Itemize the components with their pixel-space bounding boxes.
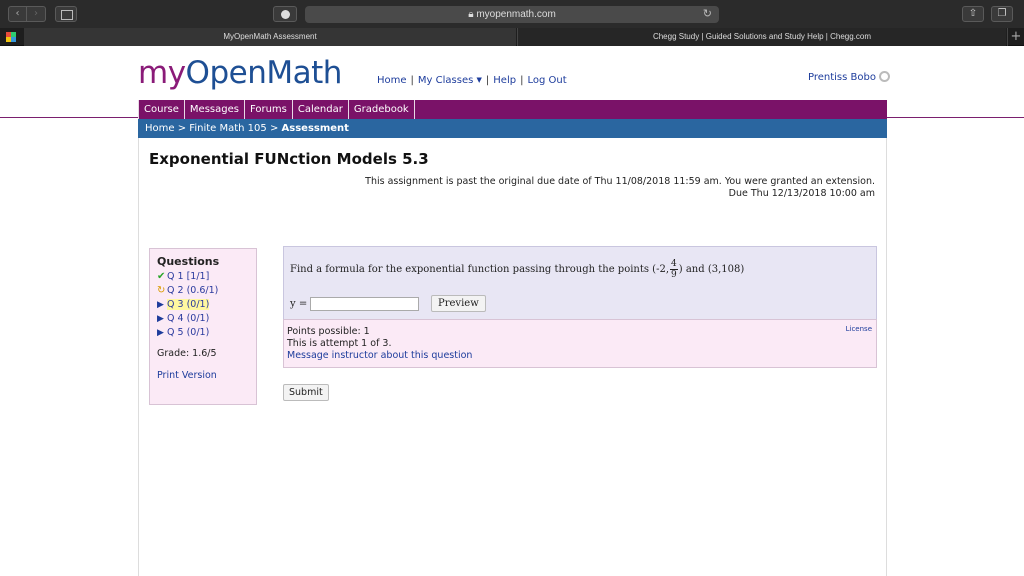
question-nav-item[interactable]: ✔ Q 1 [1/1] (157, 270, 249, 284)
question-text-before: Find a formula for the exponential funct… (290, 264, 670, 275)
question-nav-item[interactable]: ▶ Q 4 (0/1) (157, 312, 249, 326)
main-content: Exponential FUNction Models 5.3 This ass… (138, 138, 887, 576)
course-nav: Course Messages Forums Calendar Gradeboo… (138, 100, 887, 119)
logo-my: my (138, 55, 186, 91)
breadcrumb-current: Assessment (281, 123, 349, 134)
breadcrumb-sep: > (177, 123, 187, 134)
questions-panel: Questions ✔ Q 1 [1/1] ↻ Q 2 (0.6/1) ▶ Q 3 (… (149, 248, 257, 405)
forward-icon[interactable]: › (27, 6, 46, 22)
play-arrow-icon: ▶ (157, 328, 164, 338)
play-arrow-icon: ▶ (157, 314, 164, 324)
question-nav-item[interactable]: ↻ Q 2 (0.6/1) (157, 284, 249, 298)
notice-line-1: This assignment is past the original due… (365, 176, 875, 187)
question-score: (0/1) (186, 327, 210, 338)
course-nav-course[interactable]: Course (138, 100, 185, 119)
check-icon: ✔ (157, 271, 166, 282)
apps-icon[interactable] (6, 32, 16, 42)
question-score: (0.6/1) (186, 285, 219, 296)
breadcrumb: Home > Finite Math 105 > Assessment (138, 119, 887, 138)
back-icon[interactable]: ‹ (8, 6, 27, 22)
question-score: (0/1) (186, 313, 210, 324)
question-label: Q 3 (167, 299, 184, 310)
page-title: Exponential FUNction Models 5.3 (149, 150, 429, 168)
question-text-after: ) and (3,108) (678, 264, 745, 275)
play-arrow-icon: ▶ (157, 300, 164, 310)
grade-summary: Grade: 1.6/5 (157, 348, 217, 359)
question-label: Q 4 (167, 313, 184, 324)
myopenmath-logo[interactable]: myOpenMath (138, 55, 342, 91)
user-name: Prentiss Bobo (808, 72, 876, 83)
tab-chegg[interactable]: Chegg Study | Guided Solutions and Study… (517, 28, 1006, 46)
course-nav-gradebook[interactable]: Gradebook (349, 100, 415, 119)
question-text: Find a formula for the exponential funct… (290, 259, 744, 280)
print-version-link[interactable]: Print Version (157, 370, 249, 381)
question-score: [1/1] (186, 271, 210, 282)
nav-buttons: ‹ › (8, 6, 46, 22)
course-nav-calendar[interactable]: Calendar (293, 100, 349, 119)
course-nav-forums[interactable]: Forums (245, 100, 293, 119)
points-possible: Points possible: 1 (287, 326, 370, 337)
fraction-denominator: 9 (671, 270, 677, 280)
questions-heading: Questions (157, 255, 220, 268)
url-text: myopenmath.com (476, 9, 556, 20)
nav-help-link[interactable]: Help (493, 75, 516, 86)
answer-input[interactable] (310, 297, 420, 311)
submit-button[interactable]: Submit (283, 384, 329, 401)
question-score: (0/1) (186, 299, 210, 310)
nav-my-classes-label: My Classes (417, 75, 474, 86)
answer-row: y = (290, 297, 420, 311)
partial-credit-icon: ↻ (157, 285, 166, 296)
gear-icon[interactable] (878, 71, 890, 82)
nav-logout-link[interactable]: Log Out (527, 75, 566, 86)
course-nav-messages[interactable]: Messages (185, 100, 245, 119)
license-link[interactable]: License (846, 323, 872, 335)
privacy-shield-icon[interactable] (273, 6, 297, 22)
reload-icon[interactable]: ↻ (703, 6, 712, 23)
sidebar-icon[interactable] (55, 6, 77, 22)
breadcrumb-home[interactable]: Home (145, 123, 175, 134)
share-icon[interactable]: ⇧ (962, 6, 984, 22)
user-menu[interactable]: Prentiss Bobo (808, 71, 890, 83)
breadcrumb-sep: > (269, 123, 279, 134)
question-nav-item-current[interactable]: ▶ Q 3 (0/1) (157, 298, 249, 312)
top-nav: Home | My Classes ▼ | Help | Log Out (377, 75, 567, 86)
question-label: Q 1 (167, 271, 184, 282)
tab-bar: MyOpenMath Assessment Chegg Study | Guid… (0, 28, 1024, 46)
attempt-count: This is attempt 1 of 3. (287, 338, 392, 349)
new-tab-button[interactable]: + (1007, 28, 1024, 46)
notice-line-2: Due Thu 12/13/2018 10:00 am (728, 188, 875, 199)
caret-down-icon: ▼ (476, 76, 482, 84)
fraction: 49 (670, 259, 678, 280)
question-label: Q 5 (167, 327, 184, 338)
message-instructor-link[interactable]: Message instructor about this question (287, 350, 873, 362)
nav-home-link[interactable]: Home (377, 75, 407, 86)
tab-myopenmath[interactable]: MyOpenMath Assessment (24, 28, 516, 46)
fraction-numerator: 4 (670, 259, 678, 270)
preview-button[interactable]: Preview (431, 295, 486, 312)
logo-openmath: OpenMath (185, 55, 343, 91)
question-label: Q 2 (167, 285, 184, 296)
address-bar[interactable]: 🔒︎ myopenmath.com ↻ (305, 6, 719, 23)
nav-my-classes-link[interactable]: My Classes ▼ (418, 75, 482, 86)
browser-toolbar: ‹ › 🔒︎ myopenmath.com ↻ ⇧ ❐ (0, 0, 1024, 28)
due-date-notice: This assignment is past the original due… (365, 176, 875, 200)
tabs-overview-icon[interactable]: ❐ (991, 6, 1013, 22)
page: myOpenMath Home | My Classes ▼ | Help | Log Ou… (0, 47, 1024, 576)
question-nav-item[interactable]: ▶ Q 5 (0/1) (157, 326, 249, 340)
breadcrumb-course[interactable]: Finite Math 105 (189, 123, 266, 134)
question-info: Points possible: 1 This is attempt 1 of … (283, 319, 877, 368)
answer-label: y = (290, 298, 308, 310)
